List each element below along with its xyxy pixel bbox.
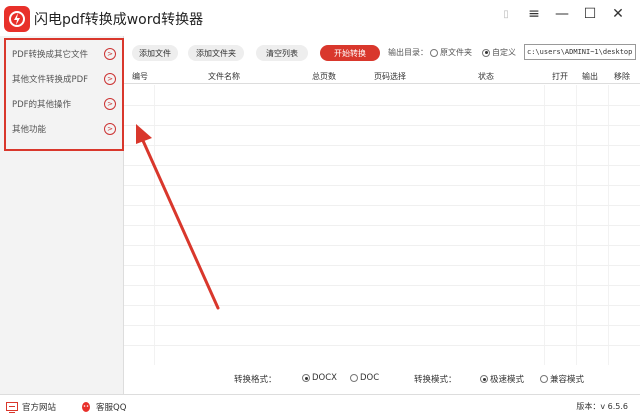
column-header-output: 输出 bbox=[582, 72, 598, 81]
radio-custom-folder[interactable] bbox=[482, 48, 490, 57]
radio-compat-mode[interactable] bbox=[540, 375, 548, 383]
output-dir-label: 输出目录： bbox=[388, 48, 428, 57]
toolbar: 添加文件 添加文件夹 清空列表 开始转换 输出目录： 原文件夹 自定义 bbox=[124, 36, 640, 66]
column-header-index: 编号 bbox=[132, 72, 148, 81]
support-qq-link[interactable]: 客服QQ bbox=[80, 401, 126, 413]
sidebar-item-label: 其他功能 bbox=[12, 125, 47, 135]
column-header-open: 打开 bbox=[552, 72, 568, 81]
file-table-header: 编号 文件名称 总页数 页码选择 状态 打开 输出 移除 bbox=[124, 68, 640, 84]
website-icon bbox=[6, 401, 18, 413]
original-folder-option[interactable]: 原文件夹 bbox=[430, 47, 472, 58]
sidebar-highlight-box: PDF转换成其它文件 > 其他文件转换成PDF > PDF的其他操作 > 其他功… bbox=[4, 38, 124, 151]
title-bar: 闪电pdf转换成word转换器 ▯ ≡ — ☐ ✕ bbox=[0, 0, 640, 36]
sidebar-item-other-to-pdf[interactable]: 其他文件转换成PDF > bbox=[8, 67, 122, 91]
mode-fast-option[interactable]: 极速模式 bbox=[480, 373, 524, 385]
mode-label: 转换模式： bbox=[414, 375, 457, 385]
mode-compat-option[interactable]: 兼容模式 bbox=[540, 373, 584, 385]
output-path-input[interactable] bbox=[524, 44, 636, 60]
column-header-pages: 总页数 bbox=[312, 72, 336, 81]
start-convert-button[interactable]: 开始转换 bbox=[320, 45, 380, 61]
conversion-options: 转换格式： DOCX DOC 转换模式： 极速模式 兼容模式 bbox=[124, 368, 640, 390]
add-folder-button[interactable]: 添加文件夹 bbox=[188, 45, 244, 61]
sidebar: PDF转换成其它文件 > 其他文件转换成PDF > PDF的其他操作 > 其他功… bbox=[0, 36, 124, 394]
sidebar-item-pdf-other-ops[interactable]: PDF的其他操作 > bbox=[8, 92, 122, 116]
format-docx-option[interactable]: DOCX bbox=[302, 373, 337, 383]
sidebar-item-pdf-to-other[interactable]: PDF转换成其它文件 > bbox=[8, 42, 122, 66]
custom-folder-option[interactable]: 自定义 bbox=[482, 47, 516, 58]
close-button[interactable]: ✕ bbox=[604, 4, 632, 24]
sidebar-item-label: PDF转换成其它文件 bbox=[12, 50, 89, 60]
menu-icon[interactable]: ≡ bbox=[520, 4, 548, 24]
chevron-right-icon: > bbox=[104, 98, 116, 110]
settings-icon[interactable]: ▯ bbox=[492, 4, 520, 24]
radio-docx[interactable] bbox=[302, 374, 310, 382]
minimize-button[interactable]: — bbox=[548, 4, 576, 24]
sidebar-item-label: PDF的其他操作 bbox=[12, 100, 72, 110]
radio-fast-mode[interactable] bbox=[480, 375, 488, 383]
app-logo-icon bbox=[4, 6, 30, 32]
annotation-arrow bbox=[136, 124, 220, 310]
sidebar-item-label: 其他文件转换成PDF bbox=[12, 75, 89, 85]
version-text: 版本：v 6.5.6 bbox=[576, 402, 628, 411]
maximize-button[interactable]: ☐ bbox=[576, 4, 604, 24]
sidebar-item-other-functions[interactable]: 其他功能 > bbox=[8, 117, 122, 141]
app-title: 闪电pdf转换成word转换器 bbox=[34, 12, 204, 28]
column-header-remove: 移除 bbox=[614, 72, 630, 81]
column-header-filename: 文件名称 bbox=[208, 72, 240, 81]
format-doc-option[interactable]: DOC bbox=[350, 373, 379, 383]
status-bar: 官方网站 客服QQ 版本：v 6.5.6 bbox=[0, 394, 640, 417]
official-website-link[interactable]: 官方网站 bbox=[6, 401, 56, 413]
radio-doc[interactable] bbox=[350, 374, 358, 382]
radio-original-folder[interactable] bbox=[430, 48, 438, 57]
column-header-status: 状态 bbox=[478, 72, 494, 81]
add-file-button[interactable]: 添加文件 bbox=[132, 45, 178, 61]
column-header-page-select: 页码选择 bbox=[374, 72, 406, 81]
qq-icon bbox=[80, 402, 92, 413]
chevron-right-icon: > bbox=[104, 73, 116, 85]
clear-list-button[interactable]: 清空列表 bbox=[256, 45, 308, 61]
chevron-right-icon: > bbox=[104, 48, 116, 60]
chevron-right-icon: > bbox=[104, 123, 116, 135]
format-label: 转换格式： bbox=[234, 375, 277, 385]
